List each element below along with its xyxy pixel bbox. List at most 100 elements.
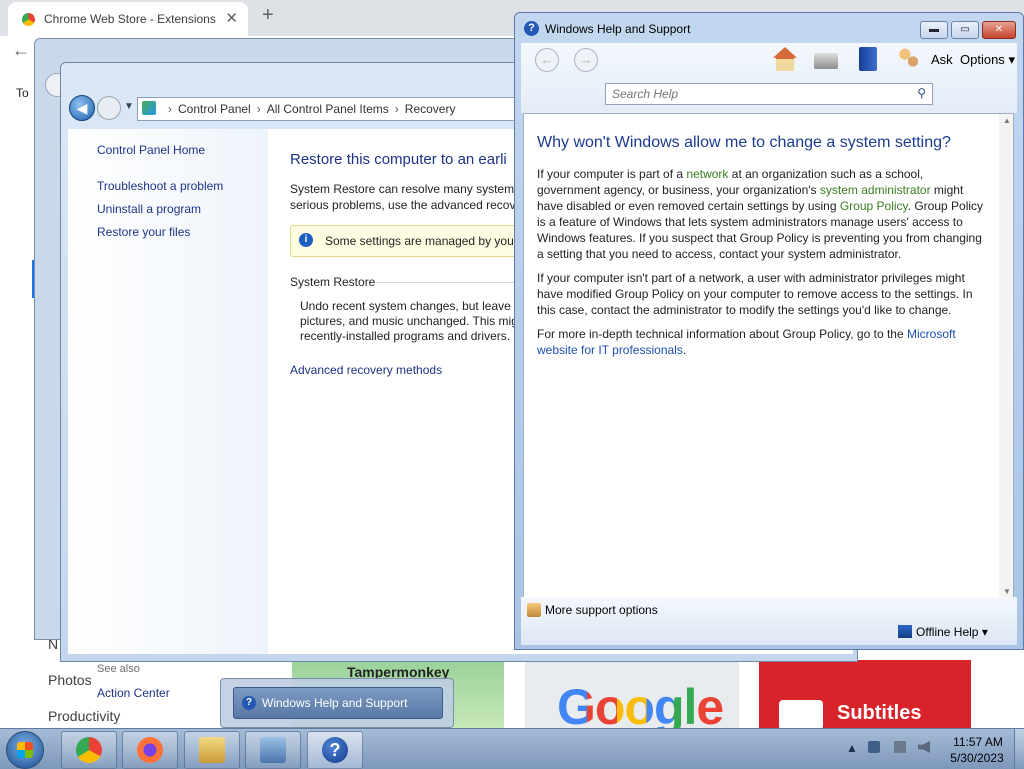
help-footer: More support options Offline Help ▾ xyxy=(521,597,1017,645)
taskbar-firefox[interactable] xyxy=(122,731,178,769)
text: . xyxy=(682,343,687,357)
system-restore-heading: System Restore xyxy=(290,275,376,289)
action-center-link[interactable]: Action Center xyxy=(97,686,170,700)
ask-button[interactable]: Ask xyxy=(931,52,953,67)
thumbnail-item-help[interactable]: ? Windows Help and Support xyxy=(233,687,443,719)
breadcrumb-recovery[interactable]: Recovery xyxy=(405,102,456,116)
taskbar-thumbnail-popup: ? Windows Help and Support xyxy=(220,678,454,728)
breadcrumb-all-items[interactable]: All Control Panel Items xyxy=(267,102,389,116)
search-input[interactable] xyxy=(610,85,904,103)
chrome-partial-text: To xyxy=(16,86,29,100)
help-article: Why won't Windows allow me to change a s… xyxy=(523,113,1014,599)
paragraph-3: For more in-depth technical information … xyxy=(537,326,987,358)
taskbar-chrome[interactable] xyxy=(61,731,117,769)
info-bar-text: Some settings are managed by your xyxy=(325,234,518,248)
maximize-button[interactable]: ▭ xyxy=(951,21,979,39)
paragraph-2: If your computer isn't part of a network… xyxy=(537,271,973,317)
network-icon[interactable] xyxy=(894,741,906,753)
forward-arrow-icon[interactable]: → xyxy=(574,48,598,72)
ask-icon[interactable] xyxy=(899,47,919,71)
close-tab-icon[interactable]: ✕ xyxy=(225,9,238,27)
recent-pages-dropdown[interactable]: ▼ xyxy=(124,101,134,112)
new-tab-button[interactable]: + xyxy=(262,4,274,27)
back-arrow-icon[interactable]: ← xyxy=(535,48,559,72)
advanced-recovery-link[interactable]: Advanced recovery methods xyxy=(290,363,442,377)
control-panel-icon xyxy=(142,101,156,115)
taskbar: ? ▲ 11:57 AM 5/30/2023 xyxy=(0,728,1024,769)
chrome-tab-title: Chrome Web Store - Extensions xyxy=(44,12,216,26)
extension-card-subtitles[interactable]: Subtitles xyxy=(759,660,971,728)
text: For more in-depth technical information … xyxy=(537,327,907,341)
minimize-button[interactable]: ▬ xyxy=(920,21,948,39)
scrollbar[interactable]: ▲ ▼ xyxy=(999,114,1013,598)
scroll-down-icon[interactable]: ▼ xyxy=(1003,587,1011,596)
options-label: Options xyxy=(960,52,1005,67)
google-logo: Google xyxy=(557,678,724,728)
taskbar-explorer[interactable] xyxy=(184,731,240,769)
paragraph-1: If your computer is part of a network at… xyxy=(537,166,987,262)
start-button[interactable] xyxy=(6,731,44,769)
subtitles-icon xyxy=(779,700,823,728)
task-pane: Control Panel Home Troubleshoot a proble… xyxy=(68,129,268,700)
article-body: If your computer is part of a network at… xyxy=(537,166,987,366)
more-support-options-link[interactable]: More support options xyxy=(545,603,658,617)
back-button[interactable]: ◀ xyxy=(69,95,95,121)
help-icon: ? xyxy=(524,21,539,36)
clock-time[interactable]: 11:57 AM xyxy=(948,735,1008,749)
clock-date[interactable]: 5/30/2023 xyxy=(944,751,1010,765)
show-desktop-button[interactable] xyxy=(1014,729,1024,769)
scroll-up-icon[interactable]: ▲ xyxy=(1003,116,1011,125)
uninstall-program-link[interactable]: Uninstall a program xyxy=(97,202,201,216)
troubleshoot-link[interactable]: Troubleshoot a problem xyxy=(97,179,223,193)
taskbar-control-panel[interactable] xyxy=(245,731,301,769)
control-panel-home-link[interactable]: Control Panel Home xyxy=(97,143,205,157)
info-bar[interactable]: i Some settings are managed by your xyxy=(290,225,532,257)
network-link[interactable]: network xyxy=(686,167,728,181)
breadcrumb-control-panel[interactable]: Control Panel xyxy=(178,102,251,116)
chevron-down-icon: ▾ xyxy=(1008,52,1015,67)
browse-help-icon[interactable] xyxy=(859,47,877,71)
info-icon: i xyxy=(299,233,313,247)
restore-files-link[interactable]: Restore your files xyxy=(97,225,190,239)
volume-icon[interactable] xyxy=(918,741,930,753)
sidebar-item-productivity[interactable]: Productivity xyxy=(48,708,120,724)
control-panel-icon xyxy=(260,737,286,763)
taskbar-help[interactable]: ? xyxy=(307,731,363,769)
thumbnail-label: Windows Help and Support xyxy=(262,696,408,710)
search-box[interactable]: ⚲ xyxy=(605,83,933,105)
action-center-flag-icon[interactable] xyxy=(868,741,880,753)
help-icon: ? xyxy=(242,696,256,710)
close-button[interactable]: ✕ xyxy=(982,21,1016,39)
help-toolbar: ← → Ask Options ▾ ⚲ xyxy=(521,43,1017,113)
support-icon xyxy=(527,603,541,617)
show-hidden-icons-icon[interactable]: ▲ xyxy=(846,741,858,755)
see-also-heading: See also xyxy=(97,663,140,675)
chevron-down-icon: ▾ xyxy=(981,625,988,639)
chrome-web-store-icon xyxy=(22,13,35,26)
forward-button[interactable] xyxy=(97,96,121,120)
divider xyxy=(376,282,516,283)
options-menu[interactable]: Options ▾ xyxy=(960,52,1015,68)
chrome-tab[interactable]: Chrome Web Store - Extensions ✕ xyxy=(8,2,248,36)
extension-card-google[interactable]: Google xyxy=(525,660,739,728)
card-title: Subtitles xyxy=(837,702,922,724)
firefox-icon xyxy=(137,737,163,763)
navigation-buttons: ◀ ▼ xyxy=(67,93,147,123)
window-title: Windows Help and Support xyxy=(545,22,691,36)
offline-help-label: Offline Help xyxy=(916,625,979,639)
page-description: System Restore can resolve many system p… xyxy=(290,182,524,212)
system-restore-description: Undo recent system changes, but leave f … xyxy=(300,299,518,343)
sidebar-item-photos[interactable]: Photos xyxy=(48,672,92,688)
breadcrumb: › Control Panel › All Control Panel Items › R… xyxy=(168,102,456,116)
folder-icon xyxy=(199,737,225,763)
system-administrator-link[interactable]: system administrator xyxy=(820,183,931,197)
group-policy-link[interactable]: Group Policy xyxy=(840,199,908,213)
home-icon[interactable] xyxy=(773,47,797,71)
text: If your computer is part of a xyxy=(537,167,687,181)
search-icon[interactable]: ⚲ xyxy=(917,86,926,100)
print-icon[interactable] xyxy=(814,53,838,69)
offline-help-menu[interactable]: Offline Help ▾ xyxy=(916,625,988,639)
address-bar[interactable]: › Control Panel › All Control Panel Items › R… xyxy=(137,97,519,121)
system-tray: ▲ xyxy=(842,735,942,763)
back-arrow-icon[interactable]: ← xyxy=(12,40,30,61)
